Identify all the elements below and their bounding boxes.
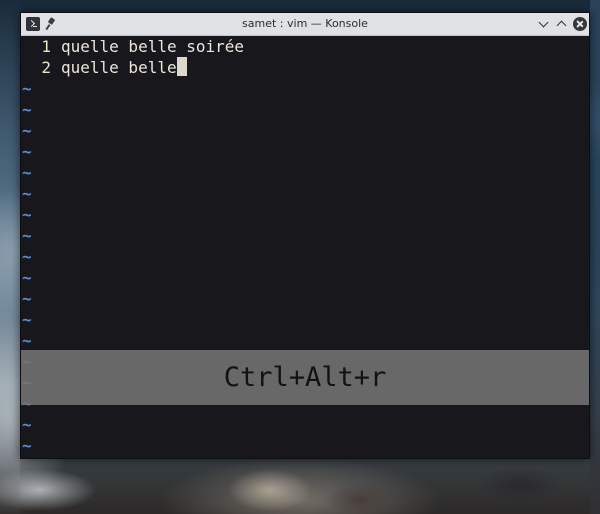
empty-line-marker: ~	[22, 163, 32, 182]
editor-line: 2 quelle belle	[21, 57, 187, 78]
empty-line-marker: ~	[22, 205, 32, 224]
empty-line-marker: ~	[22, 331, 32, 350]
chevron-down-icon	[538, 17, 549, 28]
line-text: quelle belle soirée	[61, 37, 245, 56]
line-text: quelle belle	[61, 58, 177, 77]
title-bar[interactable]: samet : vim — Konsole	[21, 13, 589, 36]
chevron-up-icon	[556, 20, 567, 31]
editor-line: 1 quelle belle soirée	[21, 36, 244, 57]
wallpaper-left	[0, 0, 20, 514]
empty-line-marker: ~	[22, 184, 32, 203]
empty-line-marker: ~	[22, 436, 32, 455]
empty-line-marker: ~	[22, 79, 32, 98]
empty-line-marker: ~	[22, 310, 32, 329]
text-cursor	[176, 57, 187, 76]
shortcut-overlay: Ctrl+Alt+r	[21, 350, 589, 405]
close-button[interactable]	[572, 16, 588, 32]
empty-line-marker: ~	[22, 415, 32, 434]
wallpaper-right	[590, 0, 600, 514]
empty-line-marker: ~	[22, 247, 32, 266]
terminal-area[interactable]: 1 quelle belle soirée 2 quelle belle ~ ~ ~…	[21, 36, 589, 458]
minimize-button[interactable]	[536, 16, 552, 32]
line-number: 1	[41, 37, 51, 56]
empty-line-marker: ~	[22, 289, 32, 308]
close-icon	[573, 17, 587, 31]
empty-line-marker: ~	[22, 142, 32, 161]
empty-line-marker: ~	[22, 121, 32, 140]
empty-line-marker: ~	[22, 100, 32, 119]
konsole-window: samet : vim — Konsole 1 quelle belle soir…	[20, 12, 590, 459]
line-number: 2	[41, 58, 51, 77]
window-title: samet : vim — Konsole	[242, 17, 368, 30]
wallpaper-bottom	[0, 460, 600, 514]
empty-line-marker: ~	[22, 268, 32, 287]
empty-line-marker: ~	[22, 226, 32, 245]
maximize-button[interactable]	[554, 16, 570, 32]
